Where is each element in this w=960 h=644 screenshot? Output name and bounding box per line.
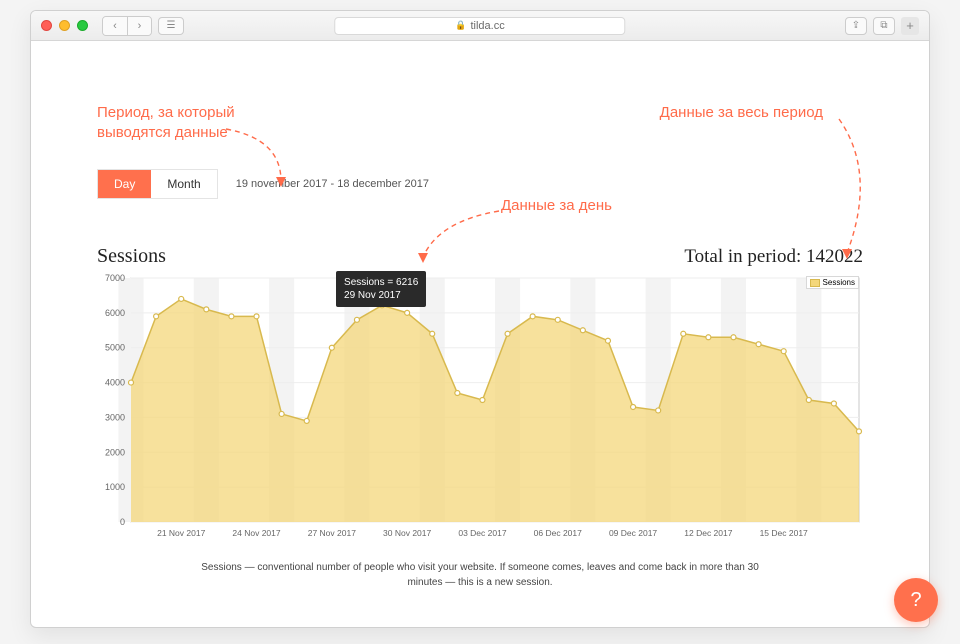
date-range: 19 november 2017 - 18 december 2017	[236, 178, 429, 190]
period-segment: Day Month	[97, 169, 218, 199]
back-icon[interactable]: ‹	[103, 17, 127, 35]
svg-text:09 Dec 2017: 09 Dec 2017	[609, 528, 657, 538]
svg-text:12 Dec 2017: 12 Dec 2017	[684, 528, 732, 538]
chart-tooltip: Sessions = 6216 29 Nov 2017	[336, 271, 426, 307]
share-icon[interactable]: ⇪	[845, 17, 867, 35]
svg-text:5000: 5000	[105, 343, 125, 353]
nav-back-forward[interactable]: ‹ ›	[102, 16, 152, 36]
svg-text:21 Nov 2017: 21 Nov 2017	[157, 528, 205, 538]
month-button[interactable]: Month	[151, 170, 216, 198]
browser-titlebar: ‹ › ☰ 🔒 tilda.cc ⇪ ⧉ +	[31, 11, 929, 41]
total-in-period: Total in period: 142022	[684, 246, 863, 268]
svg-text:1000: 1000	[105, 482, 125, 492]
svg-text:24 Nov 2017: 24 Nov 2017	[232, 528, 280, 538]
maximize-icon[interactable]	[77, 20, 88, 31]
svg-text:27 Nov 2017: 27 Nov 2017	[308, 528, 356, 538]
window-controls	[41, 20, 88, 31]
help-button[interactable]: ?	[894, 578, 938, 622]
day-button[interactable]: Day	[98, 170, 151, 198]
forward-icon[interactable]: ›	[127, 17, 151, 35]
svg-text:7000: 7000	[105, 273, 125, 283]
svg-text:03 Dec 2017: 03 Dec 2017	[458, 528, 506, 538]
svg-text:0: 0	[120, 517, 125, 527]
legend-swatch	[810, 279, 820, 287]
lock-icon: 🔒	[455, 20, 466, 31]
svg-text:30 Nov 2017: 30 Nov 2017	[383, 528, 431, 538]
chart-header: Sessions Total in period: 142022	[97, 245, 863, 268]
minimize-icon[interactable]	[59, 20, 70, 31]
chart-area: 0 1000 2000 3000 4000 5000 6000 7000 21 Nov 2017…	[97, 272, 863, 550]
chart-legend: Sessions	[806, 276, 859, 289]
close-icon[interactable]	[41, 20, 52, 31]
new-tab-icon[interactable]: +	[901, 17, 919, 35]
tabs-icon[interactable]: ⧉	[873, 17, 895, 35]
annotation-period: Период, за который выводятся данные	[97, 103, 277, 142]
sidebar-toggle-icon[interactable]: ☰	[158, 17, 184, 35]
svg-text:15 Dec 2017: 15 Dec 2017	[760, 528, 808, 538]
svg-text:3000: 3000	[105, 412, 125, 422]
svg-text:6000: 6000	[105, 308, 125, 318]
svg-text:4000: 4000	[105, 378, 125, 388]
period-toolbar: Day Month 19 november 2017 - 18 december…	[97, 169, 863, 199]
browser-window: ‹ › ☰ 🔒 tilda.cc ⇪ ⧉ + Период, за которы…	[30, 10, 930, 628]
chart-title: Sessions	[97, 245, 166, 268]
annotation-whole: Данные за весь период	[660, 103, 823, 123]
address-bar[interactable]: 🔒 tilda.cc	[334, 17, 625, 35]
svg-text:2000: 2000	[105, 447, 125, 457]
svg-text:06 Dec 2017: 06 Dec 2017	[534, 528, 582, 538]
page-content: Период, за который выводятся данные Данн…	[31, 41, 929, 627]
chart-footnote: Sessions — conventional number of people…	[97, 560, 863, 590]
sessions-chart[interactable]: 0 1000 2000 3000 4000 5000 6000 7000 21 Nov 2017…	[97, 272, 865, 550]
url-text: tilda.cc	[470, 20, 504, 32]
